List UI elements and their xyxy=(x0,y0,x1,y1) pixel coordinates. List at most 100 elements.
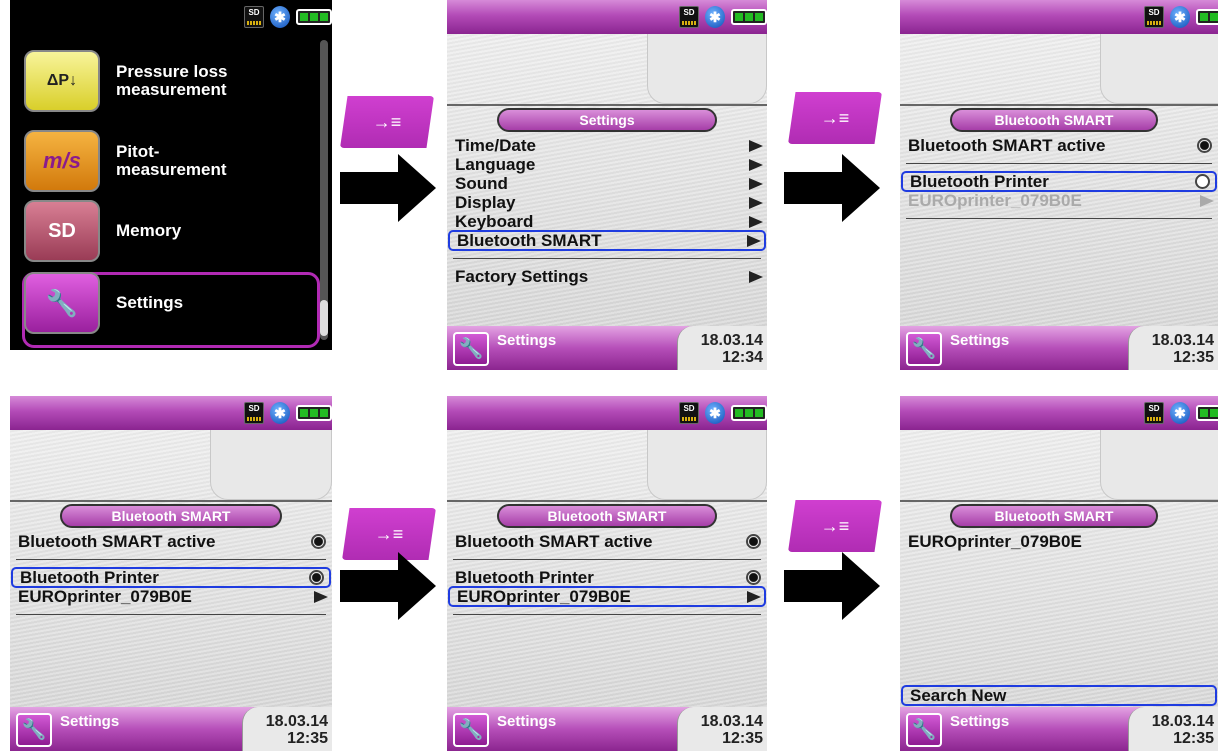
row-label: EUROprinter_079B0E xyxy=(908,191,1082,210)
arrow-right-icon xyxy=(314,591,328,603)
row-label: EUROprinter_079B0E xyxy=(908,532,1082,551)
divider xyxy=(16,614,326,615)
bluetooth-menu: Bluetooth SMART Bluetooth SMART active B… xyxy=(447,500,767,707)
footer-label: Settings xyxy=(497,713,557,730)
menu-title: Bluetooth SMART xyxy=(60,504,282,528)
wrench-icon: 🔧 xyxy=(24,272,100,334)
arrow-right-icon xyxy=(749,178,763,190)
footer-label: Settings xyxy=(497,332,557,349)
date: 18.03.14 xyxy=(1151,713,1214,730)
menu-item-label: Pressure loss measurement xyxy=(116,62,228,99)
wrench-icon[interactable]: 🔧 xyxy=(453,713,489,747)
battery-icon xyxy=(731,405,767,421)
menu-row-bt-printer[interactable]: Bluetooth Printer xyxy=(11,567,331,588)
arrow-right-icon xyxy=(747,591,761,603)
menu-row-printer-name: EUROprinter_079B0E xyxy=(900,191,1218,210)
bluetooth-icon: ✱ xyxy=(1170,402,1190,424)
menu-row-factory-settings[interactable]: Factory Settings xyxy=(447,267,767,286)
menu-item-pitot[interactable]: m/s Pitot- measurement xyxy=(24,124,314,198)
row-label: EUROprinter_079B0E xyxy=(457,587,631,606)
bluetooth-smart-screen-2: SD ✱ Bluetooth SMART Bluetooth SMART act… xyxy=(10,396,332,751)
sd-card-icon: SD xyxy=(244,402,264,424)
menu-title: Bluetooth SMART xyxy=(497,504,717,528)
menu-item-label: Pitot- measurement xyxy=(116,142,227,179)
menu-row-printer-name[interactable]: EUROprinter_079B0E xyxy=(448,586,766,607)
time: 12:35 xyxy=(1173,349,1214,366)
menu-row-bt-active[interactable]: Bluetooth SMART active xyxy=(900,136,1218,155)
menu-row-bt-active[interactable]: Bluetooth SMART active xyxy=(10,532,332,551)
radio-on-icon[interactable] xyxy=(311,534,326,549)
radio-on-icon[interactable] xyxy=(746,570,761,585)
menu-item-label: Memory xyxy=(116,221,182,240)
status-icons: SD ✱ xyxy=(244,6,332,28)
row-label: Display xyxy=(455,193,516,212)
menu-row-keyboard[interactable]: Keyboard xyxy=(447,212,767,231)
arrow-right-icon xyxy=(749,140,763,152)
sd-card-icon: SD xyxy=(244,6,264,28)
tab-shape xyxy=(647,34,767,104)
radio-on-icon[interactable] xyxy=(1197,138,1212,153)
arrow-right-icon xyxy=(1200,195,1214,207)
sd-card-icon: SD xyxy=(679,6,699,28)
menu-row-time-date[interactable]: Time/Date xyxy=(447,136,767,155)
wrench-icon[interactable]: 🔧 xyxy=(453,332,489,366)
menu-row-language[interactable]: Language xyxy=(447,155,767,174)
footer-bar: 🔧 Settings 18.03.14 12:35 xyxy=(447,707,767,751)
status-bar: SD ✱ xyxy=(447,396,767,430)
menu-row-sound[interactable]: Sound xyxy=(447,174,767,193)
row-label: Search New xyxy=(910,686,1007,705)
footer-bar: 🔧 Settings 18.03.14 12:35 xyxy=(900,326,1218,370)
datetime: 18.03.14 12:35 xyxy=(677,707,767,751)
menu-row-bt-printer[interactable]: Bluetooth Printer xyxy=(901,171,1217,192)
divider xyxy=(453,559,761,560)
main-menu-screen: SD ✱ ΔP↓ Pressure loss measurement m/s P… xyxy=(10,0,332,350)
menu-row-bt-active[interactable]: Bluetooth SMART active xyxy=(447,532,767,551)
sd-card-icon: SD xyxy=(1144,6,1164,28)
menu-title: Settings xyxy=(497,108,717,132)
bluetooth-icon: ✱ xyxy=(1170,6,1190,28)
wrench-icon[interactable]: 🔧 xyxy=(906,713,942,747)
row-label: Bluetooth Printer xyxy=(20,568,159,587)
battery-icon xyxy=(731,9,767,25)
wrench-icon[interactable]: 🔧 xyxy=(16,713,52,747)
menu-row-bluetooth-smart[interactable]: Bluetooth SMART xyxy=(448,230,766,251)
enter-key-button[interactable]: →≡ xyxy=(788,92,882,144)
menu-item-settings[interactable]: 🔧 Settings xyxy=(24,266,314,340)
enter-key-button[interactable]: →≡ xyxy=(788,500,882,552)
right-arrow-icon xyxy=(340,552,436,620)
tab-shape xyxy=(647,430,767,500)
bluetooth-search-menu: Bluetooth SMART EUROprinter_079B0E Searc… xyxy=(900,500,1218,707)
footer-bar: 🔧 Settings 18.03.14 12:35 xyxy=(900,707,1218,751)
scrollbar-thumb[interactable] xyxy=(320,300,328,336)
pressure-gauge-icon: ΔP↓ xyxy=(24,50,100,112)
datetime: 18.03.14 12:34 xyxy=(677,326,767,370)
time: 12:35 xyxy=(287,730,328,747)
found-printer-row[interactable]: EUROprinter_079B0E xyxy=(900,532,1218,551)
row-label: Bluetooth SMART xyxy=(457,231,602,250)
menu-item-pressure-loss[interactable]: ΔP↓ Pressure loss measurement xyxy=(24,44,314,118)
arrow-right-icon xyxy=(749,159,763,171)
search-new-button[interactable]: Search New xyxy=(901,685,1217,706)
footer-label: Settings xyxy=(950,332,1010,349)
menu-row-printer-name[interactable]: EUROprinter_079B0E xyxy=(10,587,332,606)
settings-screen: SD ✱ Settings Time/Date Language Sound D… xyxy=(447,0,767,370)
scrollbar[interactable] xyxy=(320,40,328,340)
row-label: Language xyxy=(455,155,536,174)
menu-row-bt-printer[interactable]: Bluetooth Printer xyxy=(447,568,767,587)
enter-key-button[interactable]: →≡ xyxy=(340,96,434,148)
row-label: Bluetooth SMART active xyxy=(18,532,216,551)
wrench-icon[interactable]: 🔧 xyxy=(906,332,942,366)
row-label: Sound xyxy=(455,174,508,193)
tab-shape xyxy=(1100,430,1218,500)
menu-item-memory[interactable]: SD Memory xyxy=(24,194,314,268)
row-label: Bluetooth Printer xyxy=(455,568,594,587)
radio-off-icon[interactable] xyxy=(1195,174,1210,189)
divider xyxy=(16,559,326,560)
row-label: EUROprinter_079B0E xyxy=(18,587,192,606)
datetime: 18.03.14 12:35 xyxy=(1128,707,1218,751)
footer-label: Settings xyxy=(60,713,120,730)
radio-on-icon[interactable] xyxy=(746,534,761,549)
menu-row-display[interactable]: Display xyxy=(447,193,767,212)
radio-on-icon[interactable] xyxy=(309,570,324,585)
bluetooth-menu: Bluetooth SMART Bluetooth SMART active B… xyxy=(900,104,1218,326)
